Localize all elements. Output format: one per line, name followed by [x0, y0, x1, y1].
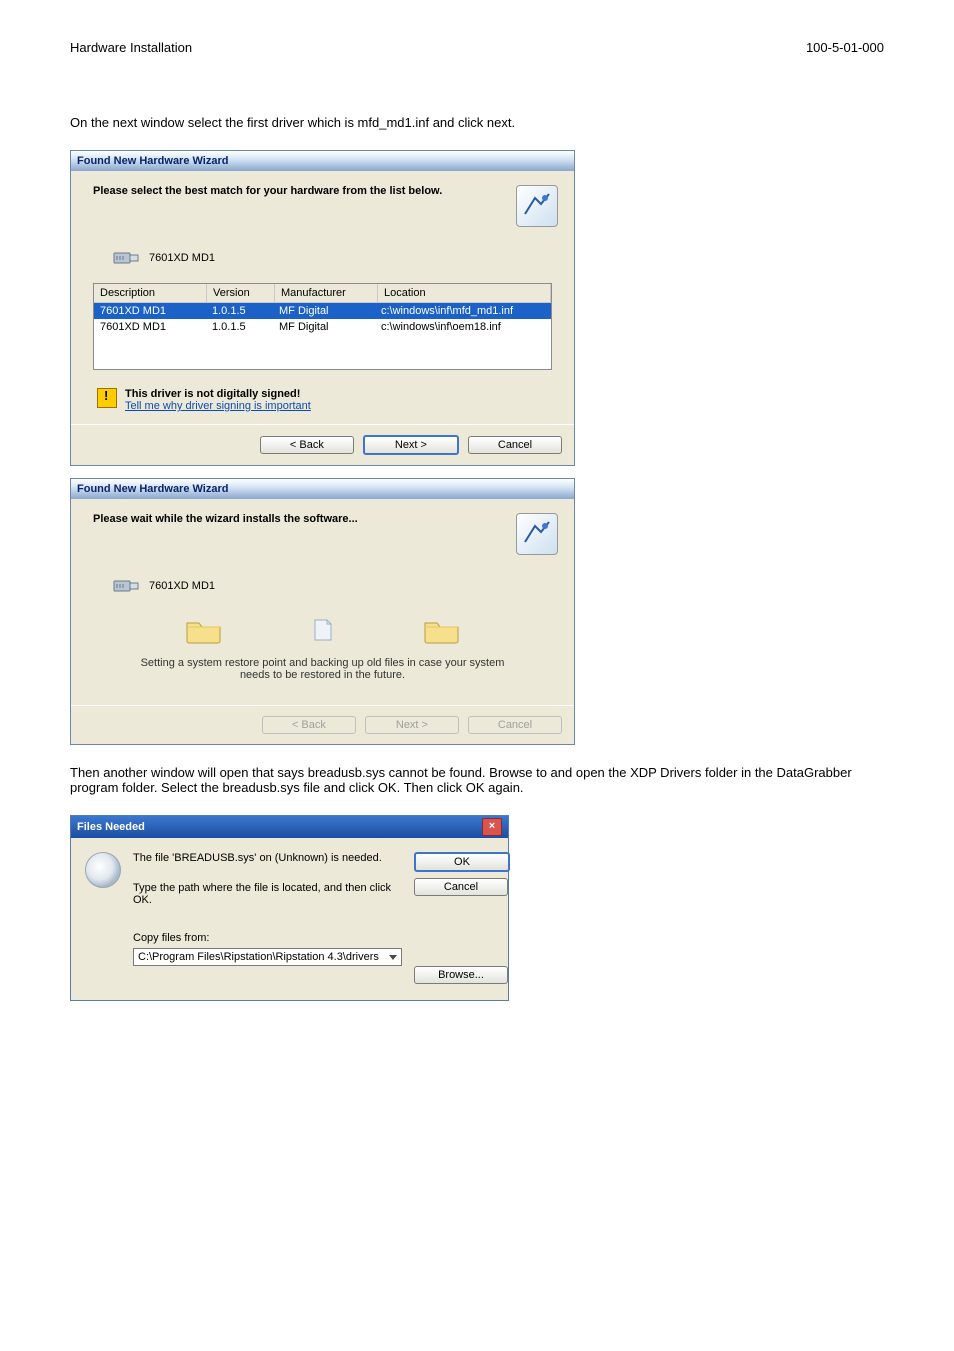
hardware-wizard-icon: [516, 513, 558, 555]
back-button[interactable]: < Back: [260, 436, 354, 454]
path-instruction: Type the path where the file is located,…: [133, 882, 402, 906]
files-needed-dialog: Files Needed × The file 'BREADUSB.sys' o…: [70, 815, 509, 1001]
dialog-title: Files Needed: [77, 816, 145, 838]
close-icon[interactable]: ×: [482, 818, 502, 836]
copy-files-from-label: Copy files from:: [133, 932, 402, 944]
instruction-paragraph-1: On the next window select the first driv…: [70, 115, 884, 130]
install-status-text: Setting a system restore point and backi…: [133, 657, 512, 681]
col-version[interactable]: Version: [207, 284, 275, 302]
cancel-button: Cancel: [468, 716, 562, 734]
signing-info-link[interactable]: Tell me why driver signing is important: [125, 400, 311, 412]
driver-list[interactable]: Description Version Manufacturer Locatio…: [93, 283, 552, 370]
window-title: Found New Hardware Wizard: [71, 151, 574, 171]
device-name-label: 7601XD MD1: [149, 580, 215, 592]
warning-icon: [97, 388, 117, 408]
next-button[interactable]: Next >: [363, 435, 459, 455]
path-combobox[interactable]: C:\Program Files\Ripstation\Ripstation 4…: [133, 948, 402, 966]
hardware-wizard-icon: [516, 185, 558, 227]
copy-animation: [93, 615, 552, 645]
folder-source-icon: [185, 615, 223, 645]
browse-button[interactable]: Browse...: [414, 966, 508, 984]
ok-button[interactable]: OK: [414, 852, 510, 872]
back-button: < Back: [262, 716, 356, 734]
instruction-paragraph-2: Then another window will open that says …: [70, 765, 884, 795]
list-header: Description Version Manufacturer Locatio…: [94, 284, 551, 303]
file-needed-message: The file 'BREADUSB.sys' on (Unknown) is …: [133, 852, 402, 864]
driver-row-selected[interactable]: 7601XD MD1 1.0.1.5 MF Digital c:\windows…: [94, 303, 551, 319]
device-port-icon: [113, 247, 139, 269]
device-name-label: 7601XD MD1: [149, 252, 215, 264]
next-button: Next >: [365, 716, 459, 734]
doc-header-left: Hardware Installation: [70, 40, 192, 55]
wizard-prompt: Please select the best match for your ha…: [93, 185, 442, 197]
col-description[interactable]: Description: [94, 284, 207, 302]
wizard-prompt: Please wait while the wizard installs th…: [93, 513, 358, 525]
device-port-icon: [113, 575, 139, 597]
signing-warning-text: This driver is not digitally signed!: [125, 388, 311, 400]
col-manufacturer[interactable]: Manufacturer: [275, 284, 378, 302]
folder-dest-icon: [423, 615, 461, 645]
window-title: Found New Hardware Wizard: [71, 479, 574, 499]
disc-icon: [85, 852, 121, 888]
driver-row[interactable]: 7601XD MD1 1.0.1.5 MF Digital c:\windows…: [94, 319, 551, 335]
wizard-select-driver: Found New Hardware Wizard Please select …: [70, 150, 575, 466]
doc-header-right: 100-5-01-000: [806, 40, 884, 55]
flying-paper-icon: [313, 618, 333, 642]
cancel-button[interactable]: Cancel: [414, 878, 508, 896]
cancel-button[interactable]: Cancel: [468, 436, 562, 454]
wizard-installing: Found New Hardware Wizard Please wait wh…: [70, 478, 575, 745]
col-location[interactable]: Location: [378, 284, 551, 302]
